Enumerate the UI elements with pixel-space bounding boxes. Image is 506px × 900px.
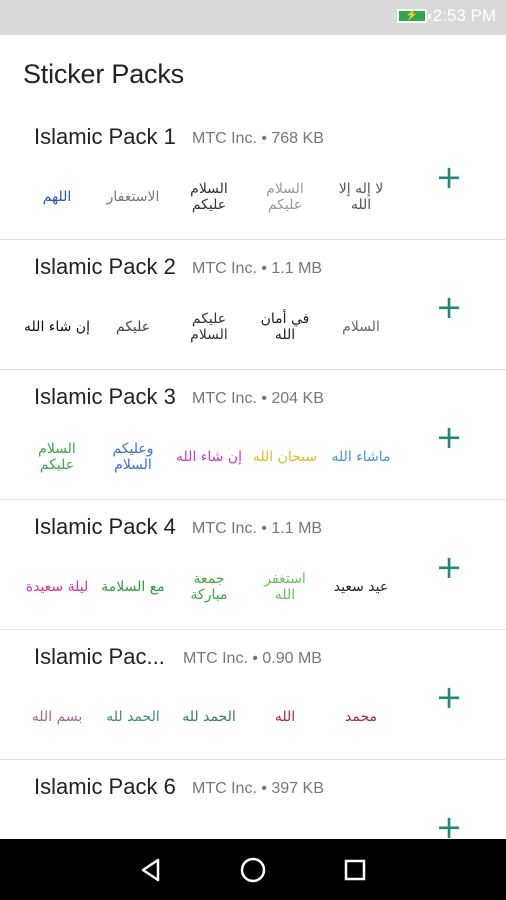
pack-meta: MTC Inc. • 1.1 MB (192, 260, 323, 277)
sticker-preview (176, 817, 242, 839)
sticker-preview-row (24, 812, 404, 839)
pack-title: Islamic Pac... (34, 644, 165, 669)
sticker-preview: الاستغفار (106, 189, 160, 205)
status-right: ⚡ 2:53 PM (396, 6, 496, 26)
sticker-preview (100, 817, 166, 839)
pack-row[interactable]: Islamic Pack 2 MTC Inc. • 1.1 MB إن شاء … (0, 240, 506, 370)
sticker-preview: وعليكم السلام (112, 441, 154, 473)
pack-list[interactable]: Islamic Pack 1 MTC Inc. • 768 KB اللهم ا… (0, 110, 506, 839)
pack-title: Islamic Pack 2 (34, 254, 176, 279)
add-pack-button[interactable]: + (434, 811, 464, 839)
sticker-preview-row: إن شاء الله عليكم عليكم السلام في أمان ا… (24, 292, 404, 362)
sticker-preview: محمد (345, 709, 377, 725)
sticker-preview: السلام عليكم (190, 181, 228, 213)
sticker-preview: السلام (342, 319, 380, 335)
battery-charging-icon: ⚡ (396, 9, 431, 23)
sticker-preview: الحمد لله (182, 709, 236, 725)
sticker-preview (328, 817, 394, 839)
sticker-preview: عليكم (115, 319, 151, 335)
pack-meta: MTC Inc. • 1.1 MB (192, 520, 323, 537)
page-title: Sticker Packs (23, 59, 184, 89)
pack-meta: MTC Inc. • 768 KB (192, 130, 324, 147)
sticker-preview: سبحان الله (252, 449, 318, 465)
add-pack-button[interactable]: + (434, 161, 464, 193)
add-pack-button[interactable]: + (434, 291, 464, 323)
sticker-preview (24, 817, 90, 839)
home-icon[interactable] (233, 850, 273, 890)
pack-meta: MTC Inc. • 397 KB (192, 780, 324, 797)
sticker-preview: استغفر الله (264, 571, 306, 603)
pack-title: Islamic Pack 6 (34, 774, 176, 799)
status-time: 2:53 PM (432, 6, 496, 25)
pack-title: Islamic Pack 4 (34, 514, 176, 539)
sticker-preview: لا إله إلا الله (338, 181, 384, 213)
add-pack-button[interactable]: + (434, 421, 464, 453)
sticker-preview: بسم الله (31, 709, 83, 725)
sticker-preview: عيد سعيد (333, 579, 389, 595)
sticker-preview: ماشاء الله (331, 449, 391, 465)
sticker-preview-row: اللهم الاستغفار السلام عليكم السلام عليك… (24, 162, 404, 232)
sticker-preview: إن شاء الله (24, 319, 90, 335)
sticker-preview: الله (274, 709, 296, 725)
sticker-preview: مع السلامة (101, 579, 165, 595)
pack-row[interactable]: Islamic Pack 3 MTC Inc. • 204 KB السلام … (0, 370, 506, 500)
pack-row[interactable]: Islamic Pack 4 MTC Inc. • 1.1 MB ليلة سع… (0, 500, 506, 630)
pack-title: Islamic Pack 1 (34, 124, 176, 149)
pack-meta: MTC Inc. • 0.90 MB (183, 650, 322, 667)
add-pack-button[interactable]: + (434, 551, 464, 583)
sticker-preview: في أمان الله (260, 311, 310, 343)
sticker-preview: عليكم السلام (190, 311, 228, 343)
sticker-preview (252, 817, 318, 839)
pack-title: Islamic Pack 3 (34, 384, 176, 409)
pack-row[interactable]: Islamic Pac... MTC Inc. • 0.90 MB بسم ال… (0, 630, 506, 760)
sticker-preview-row: السلام عليكم وعليكم السلام إن شاء الله س… (24, 422, 404, 492)
recents-icon[interactable] (335, 850, 375, 890)
sticker-preview: جمعة مباركة (190, 571, 228, 603)
sticker-preview: ليلة سعيدة (25, 579, 89, 595)
sticker-preview-row: بسم الله الحمد لله الحمد لله الله محمد (24, 682, 404, 752)
status-bar: ⚡ 2:53 PM (0, 0, 506, 35)
pack-row[interactable]: Islamic Pack 1 MTC Inc. • 768 KB اللهم ا… (0, 110, 506, 240)
sticker-preview: السلام عليكم (266, 181, 304, 213)
sticker-preview-row: ليلة سعيدة مع السلامة جمعة مباركة استغفر… (24, 552, 404, 622)
add-pack-button[interactable]: + (434, 681, 464, 713)
pack-meta: MTC Inc. • 204 KB (192, 390, 324, 407)
pack-row[interactable]: Islamic Pack 6 MTC Inc. • 397 KB + (0, 760, 506, 839)
app-header: Sticker Packs (0, 35, 506, 120)
sticker-preview: السلام عليكم (38, 441, 76, 473)
sticker-preview: إن شاء الله (176, 449, 242, 465)
system-nav-bar (0, 839, 506, 900)
back-icon[interactable] (131, 850, 171, 890)
sticker-preview: اللهم (42, 189, 72, 205)
sticker-preview: الحمد لله (106, 709, 160, 725)
